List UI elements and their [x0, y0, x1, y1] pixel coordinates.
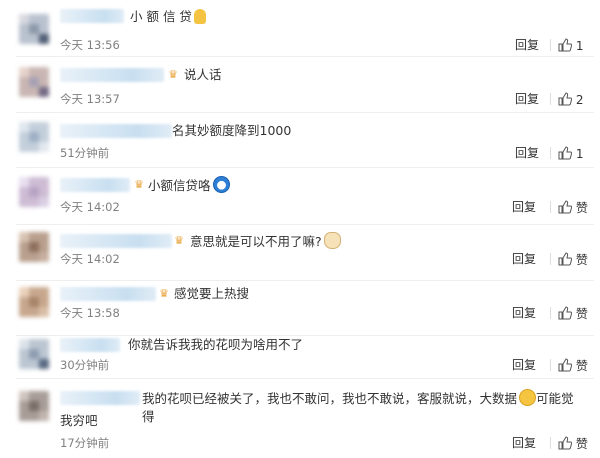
- comment-item: 我的花呗已经被关了，我也不敢问，我也不敢说，客服就说，大数据 可能觉得 我穷吧 1…: [0, 379, 600, 458]
- like-button[interactable]: 赞: [558, 436, 588, 451]
- avatar[interactable]: [19, 14, 49, 44]
- thumbs-up-icon: [558, 306, 573, 320]
- comment-text: 说人话: [184, 67, 222, 82]
- avatar[interactable]: [19, 122, 49, 152]
- like-count: 赞: [575, 201, 588, 215]
- thumbs-up-icon: [558, 252, 573, 266]
- comment-list: 小 额 信 贷 今天 13:56 回复 1 ♛ 说人话 今天 13:57 回复 …: [0, 0, 600, 458]
- reply-button[interactable]: 回复: [512, 436, 536, 450]
- username-blurred[interactable]: [60, 338, 120, 352]
- username-blurred[interactable]: [60, 178, 130, 192]
- prayer-emoji-icon: [193, 9, 206, 24]
- reply-button[interactable]: 回复: [512, 306, 536, 320]
- smile-emoji-icon: [519, 389, 537, 406]
- avatar[interactable]: [19, 391, 49, 421]
- like-count: 赞: [575, 437, 588, 451]
- username-blurred[interactable]: [60, 391, 140, 405]
- cat-emoji-icon: [323, 232, 341, 249]
- like-button[interactable]: 1: [558, 38, 583, 53]
- like-count: 赞: [575, 253, 588, 267]
- vip-badge-icon: ♛: [174, 234, 184, 247]
- thumbs-up-icon: [558, 358, 573, 372]
- divider: [550, 359, 551, 371]
- username-blurred[interactable]: [60, 9, 124, 23]
- comment-time: 51分钟前: [60, 146, 112, 160]
- comment-item: ♛ 小额信贷咯 今天 14:02 回复 赞: [0, 168, 600, 225]
- comment-item: 你就告诉我我的花呗为啥用不了 30分钟前 回复 赞: [0, 336, 600, 379]
- reply-button[interactable]: 回复: [512, 358, 536, 372]
- comment-time: 今天 13:57: [60, 92, 122, 106]
- vip-badge-icon: ♛: [134, 178, 144, 191]
- comment-text: 感觉要上热搜: [174, 286, 250, 301]
- comment-time: 今天 14:02: [60, 252, 122, 266]
- comment-item: 名其妙额度降到1000 51分钟前 回复 1: [0, 113, 600, 168]
- divider: [550, 39, 551, 51]
- username-blurred[interactable]: [60, 124, 172, 138]
- thumbs-up-icon: [558, 92, 573, 106]
- thumbs-up-icon: [558, 436, 573, 450]
- avatar[interactable]: [19, 232, 49, 262]
- comment-item: 小 额 信 贷 今天 13:56 回复 1: [0, 7, 600, 57]
- comment-item: ♛ 感觉要上热搜 今天 13:58 回复 赞: [0, 281, 600, 336]
- like-button[interactable]: 2: [558, 92, 583, 107]
- comment-text-continued: 我穷吧: [60, 413, 98, 428]
- username-blurred[interactable]: [60, 68, 164, 82]
- thumbs-up-icon: [558, 38, 573, 52]
- comment-item: ♛ 意思就是可以不用了嘛? 今天 14:02 回复 赞: [0, 225, 600, 281]
- comment-text: 名其妙额度降到1000: [172, 123, 292, 138]
- reply-button[interactable]: 回复: [515, 146, 539, 160]
- like-count: 赞: [575, 307, 588, 321]
- divider: [550, 93, 551, 105]
- like-count: 1: [575, 147, 584, 161]
- comment-text: 意思就是可以不用了嘛?: [190, 232, 341, 251]
- reply-button[interactable]: 回复: [512, 200, 536, 214]
- comment-time: 今天 14:02: [60, 200, 122, 214]
- username-blurred[interactable]: [60, 287, 156, 301]
- divider: [550, 201, 551, 213]
- vip-badge-icon: ♛: [168, 68, 178, 81]
- divider: [550, 307, 551, 319]
- comment-time: 17分钟前: [60, 436, 112, 450]
- avatar[interactable]: [19, 177, 49, 207]
- thumbs-up-icon: [558, 200, 573, 214]
- thumbs-up-icon: [558, 146, 573, 160]
- comment-text: 我的花呗已经被关了，我也不敢问，我也不敢说，客服就说，大数据 可能觉得: [142, 389, 574, 424]
- like-count: 1: [575, 39, 584, 53]
- comment-text: 小额信贷咯: [148, 176, 230, 195]
- like-button[interactable]: 1: [558, 146, 583, 161]
- like-button[interactable]: 赞: [558, 200, 588, 215]
- reply-button[interactable]: 回复: [515, 38, 539, 52]
- avatar[interactable]: [19, 339, 49, 369]
- reply-button[interactable]: 回复: [512, 252, 536, 266]
- username-blurred[interactable]: [60, 234, 172, 248]
- comment-time: 30分钟前: [60, 358, 112, 372]
- reply-button[interactable]: 回复: [515, 92, 539, 106]
- divider: [550, 437, 551, 449]
- comment-time: 今天 13:58: [60, 306, 122, 320]
- avatar[interactable]: [19, 67, 49, 97]
- divider: [550, 253, 551, 265]
- comment-text: 你就告诉我我的花呗为啥用不了: [128, 337, 304, 352]
- vip-badge-icon: ♛: [159, 287, 169, 300]
- avatar[interactable]: [19, 287, 49, 317]
- like-button[interactable]: 赞: [558, 358, 588, 373]
- comment-time: 今天 13:56: [60, 38, 122, 52]
- doraemon-emoji-icon: [212, 176, 230, 193]
- like-button[interactable]: 赞: [558, 306, 588, 321]
- like-count: 2: [575, 93, 584, 107]
- divider: [550, 147, 551, 159]
- like-button[interactable]: 赞: [558, 252, 588, 267]
- like-count: 赞: [575, 359, 588, 373]
- comment-text: 小 额 信 贷: [130, 8, 206, 26]
- comment-item: ♛ 说人话 今天 13:57 回复 2: [0, 57, 600, 113]
